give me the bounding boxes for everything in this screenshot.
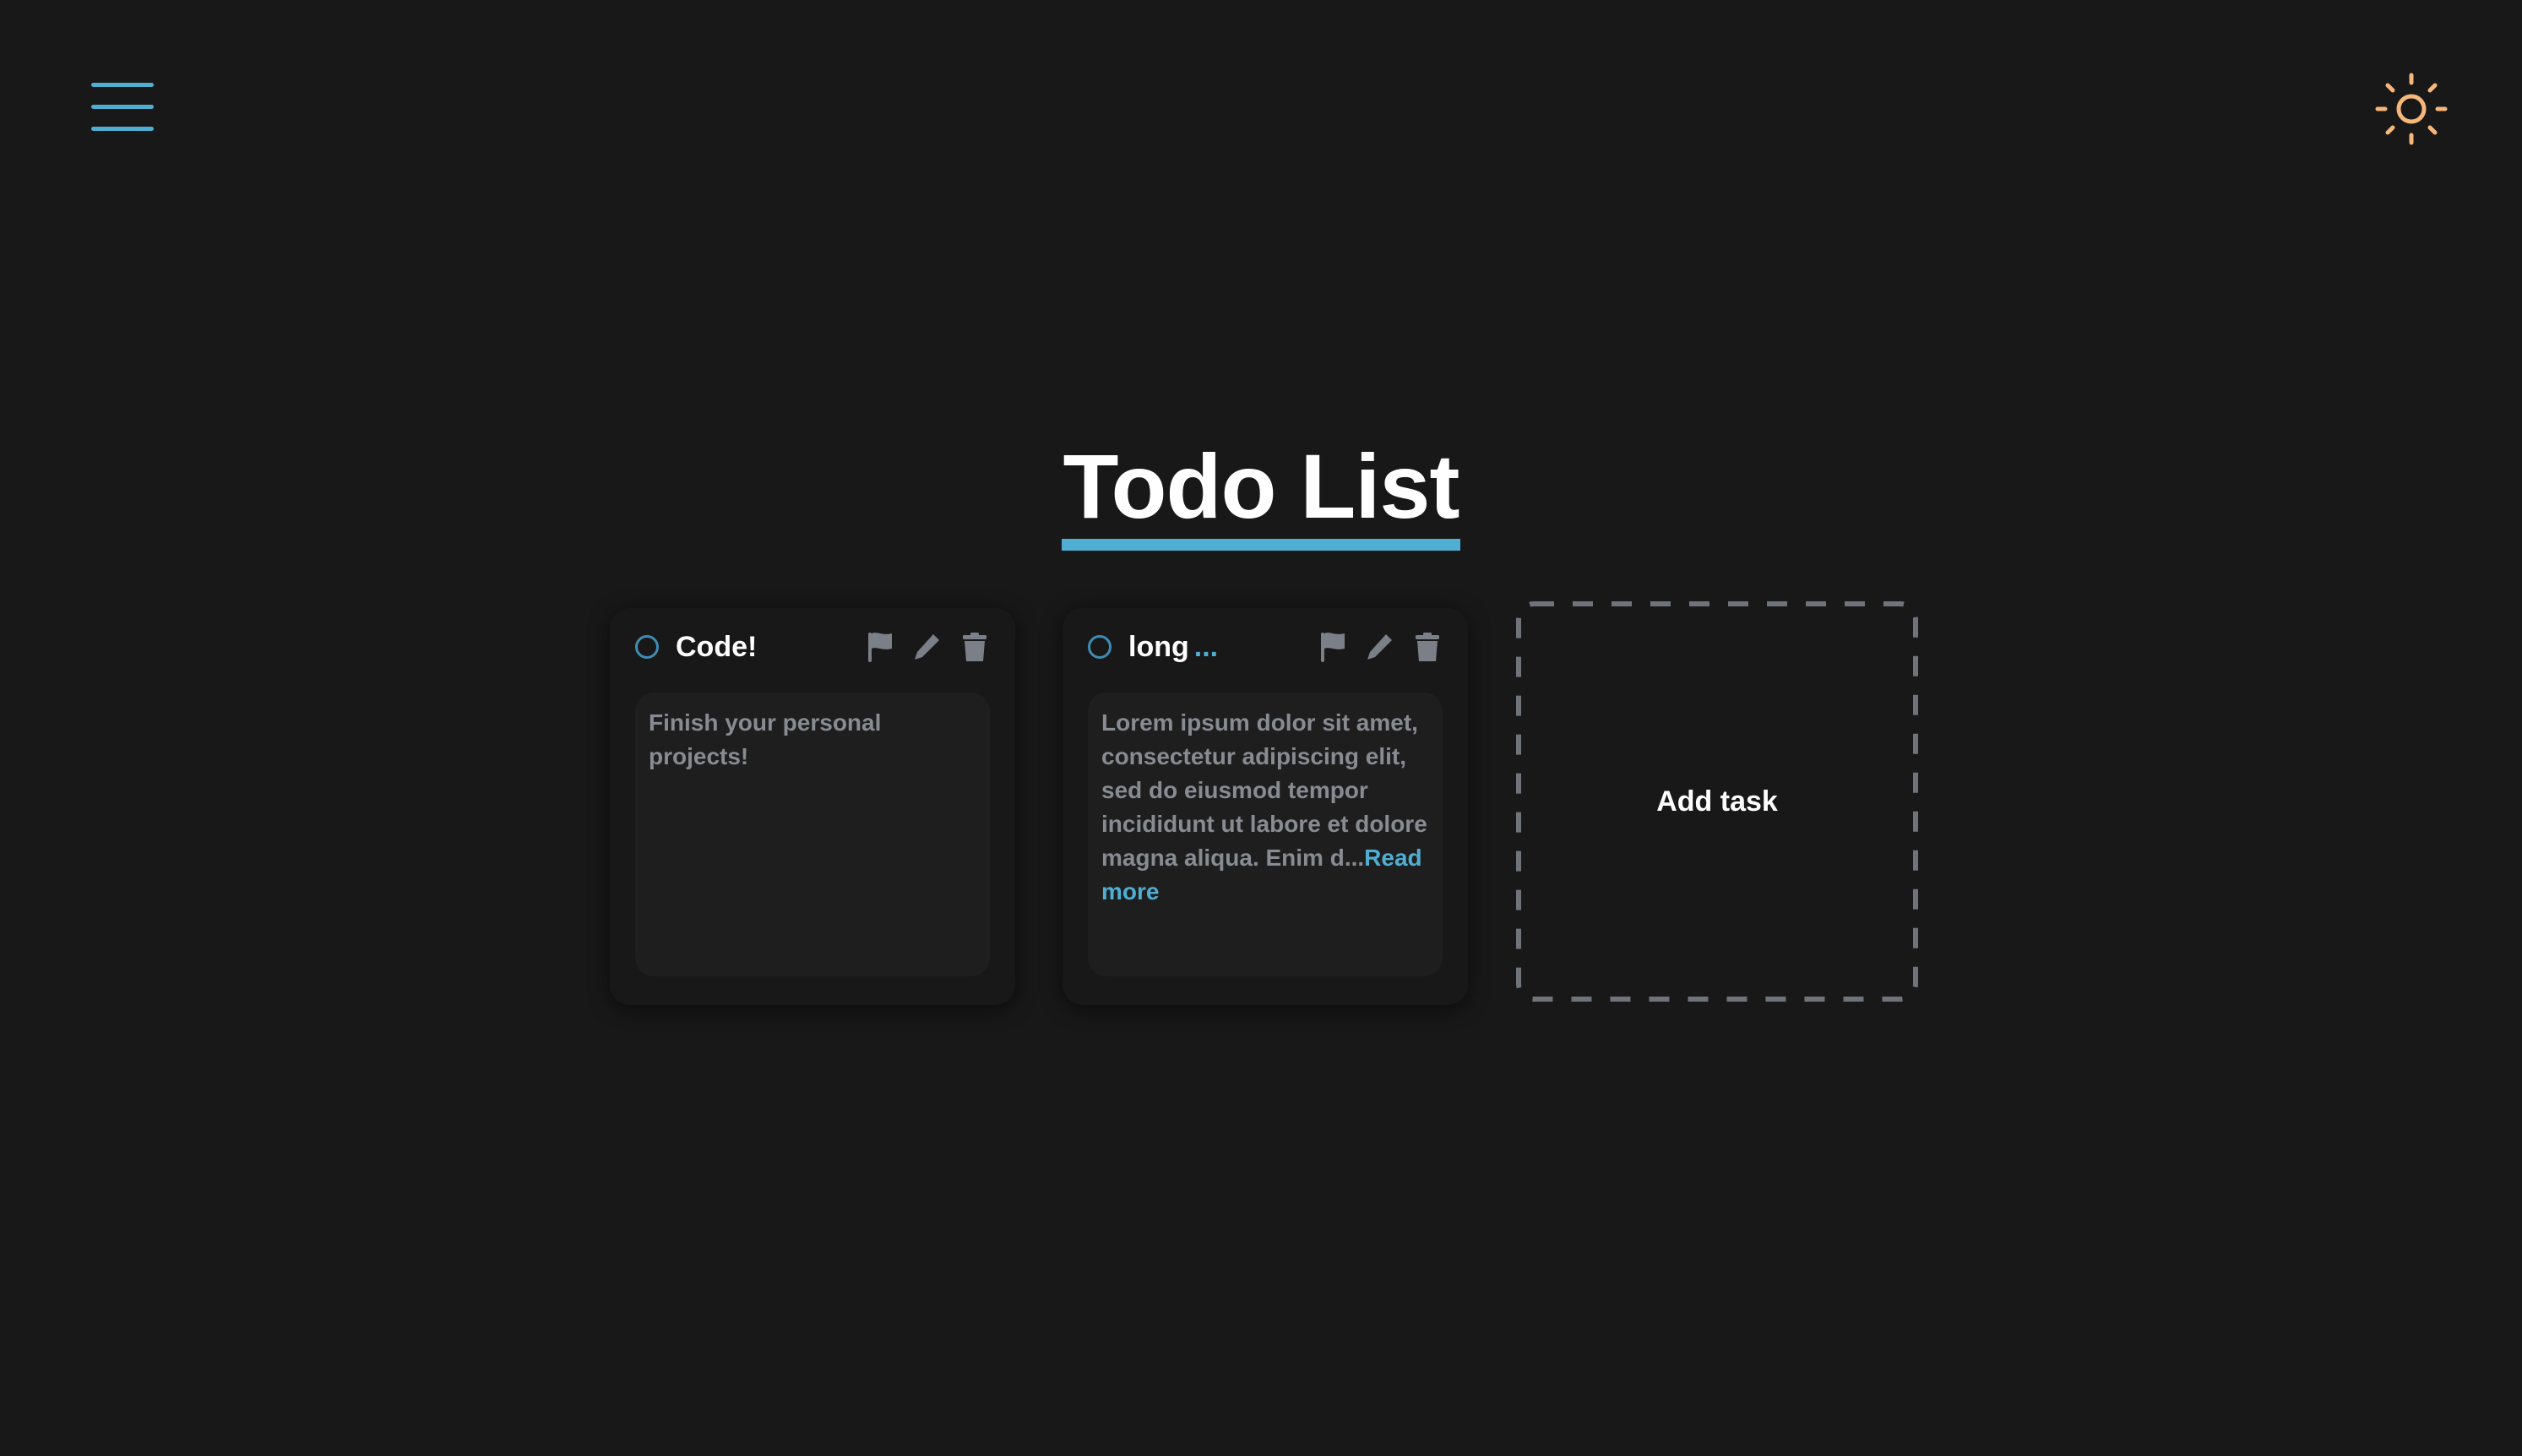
add-task-button[interactable]: Add task bbox=[1515, 600, 1919, 1002]
pencil-icon bbox=[915, 634, 939, 660]
pencil-icon bbox=[1367, 634, 1392, 660]
add-task-label: Add task bbox=[1515, 600, 1919, 1002]
task-actions bbox=[1318, 630, 1443, 664]
task-actions bbox=[865, 630, 990, 664]
flag-button[interactable] bbox=[1318, 630, 1348, 664]
task-complete-checkbox[interactable] bbox=[1088, 635, 1112, 659]
theme-toggle-button[interactable] bbox=[2373, 71, 2449, 147]
task-description: Lorem ipsum dolor sit amet, consectetur … bbox=[1088, 693, 1443, 976]
task-card: long... Lorem ipsum dolor sit amet, cons… bbox=[1063, 608, 1468, 1005]
delete-button[interactable] bbox=[1412, 630, 1443, 664]
add-task-label-text: Add task bbox=[1656, 785, 1778, 818]
hamburger-menu-button[interactable] bbox=[90, 79, 157, 135]
flag-icon bbox=[1321, 633, 1345, 662]
sun-icon bbox=[2375, 73, 2448, 145]
trash-icon bbox=[1416, 633, 1439, 661]
task-title[interactable]: Code! bbox=[676, 628, 757, 666]
task-complete-checkbox[interactable] bbox=[635, 635, 659, 659]
task-card-header: long... bbox=[1088, 627, 1443, 669]
task-card-header: Code! bbox=[635, 627, 990, 669]
page-header: Todo List bbox=[0, 434, 2522, 551]
hamburger-menu-icon bbox=[91, 83, 154, 131]
task-description-text: Finish your personal projects! bbox=[649, 709, 882, 769]
task-title[interactable]: long... bbox=[1128, 628, 1218, 666]
flag-button[interactable] bbox=[865, 630, 895, 664]
task-description: Finish your personal projects! bbox=[635, 693, 990, 976]
delete-button[interactable] bbox=[959, 630, 990, 664]
edit-button[interactable] bbox=[1365, 630, 1395, 664]
task-card: Code! Finish your personal projects! bbox=[610, 608, 1015, 1005]
trash-icon bbox=[963, 633, 987, 661]
page-title: Todo List bbox=[1061, 434, 1461, 551]
task-title-text: Code! bbox=[676, 631, 758, 663]
app-root: Todo List Code! Finish your personal pro… bbox=[0, 0, 2522, 1456]
edit-button[interactable] bbox=[912, 630, 943, 664]
flag-icon bbox=[868, 633, 892, 662]
title-truncation-dots[interactable]: ... bbox=[1194, 631, 1218, 663]
task-title-text: long bbox=[1128, 631, 1189, 663]
